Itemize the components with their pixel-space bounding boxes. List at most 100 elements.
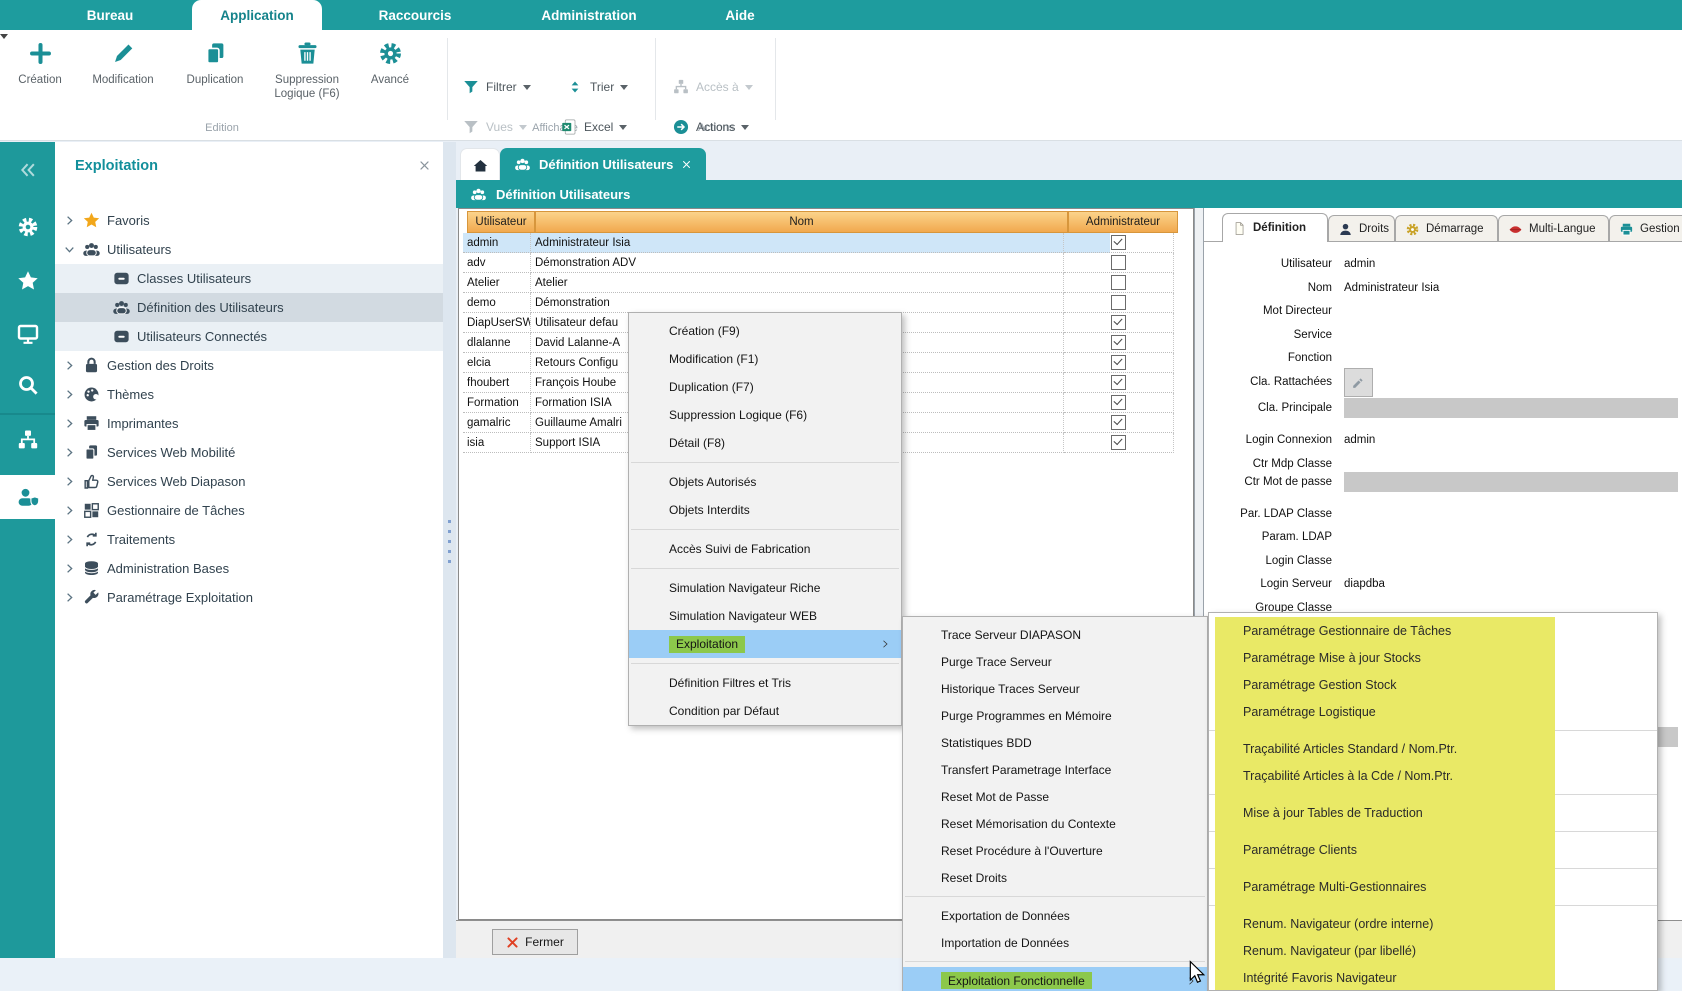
menu-item-modification-f1-[interactable]: Modification (F1) [629,345,901,373]
chevron-right-icon[interactable] [63,475,76,488]
menu-item-statistiques-bdd[interactable]: Statistiques BDD [903,729,1207,756]
menu-item-transfert-parametrage-interface[interactable]: Transfert Parametrage Interface [903,756,1207,783]
table-row[interactable]: advDémonstration ADV [463,253,1110,273]
sidebar-item-utilisateurs-connect-s[interactable]: Utilisateurs Connectés [55,322,443,351]
menu-item-objets-interdits[interactable]: Objets Interdits [629,496,901,524]
rail-item-search-icon[interactable] [0,363,55,407]
menu-item-importation-de-donn-es[interactable]: Importation de Données [903,929,1207,956]
admin-checkbox[interactable] [1111,415,1126,430]
sidebar-close-icon[interactable] [415,156,433,174]
menu-item-reset-droits[interactable]: Reset Droits [903,864,1207,891]
menu-item-tra-abilit-articles-la-cde-nom-ptr-[interactable]: Traçabilité Articles à la Cde / Nom.Ptr. [1209,762,1657,789]
duplication-button[interactable]: Duplication [169,40,261,87]
sidebar-item-d-finition-des-utilisateurs[interactable]: Définition des Utilisateurs [55,293,443,322]
menu-item-param-trage-gestion-stock[interactable]: Paramétrage Gestion Stock [1209,671,1657,698]
menu-item-duplication-f7-[interactable]: Duplication (F7) [629,373,901,401]
home-tab[interactable] [460,148,500,181]
detail-tab-démarrage[interactable]: Démarrage [1395,215,1498,242]
admin-checkbox[interactable] [1111,335,1126,350]
rail-item-chevrons-left-icon[interactable] [0,148,55,192]
sidebar-item-th-mes[interactable]: Thèmes [55,380,443,409]
menu-item-exploitation-fonctionnelle[interactable]: Exploitation Fonctionnelle [903,967,1207,991]
modification-button[interactable]: Modification [77,40,169,87]
chevron-right-icon[interactable] [63,359,76,372]
chevron-right-icon[interactable] [63,562,76,575]
close-tab-icon[interactable] [681,159,692,170]
chevron-right-icon[interactable] [63,446,76,459]
menu-item-objets-autoris-s[interactable]: Objets Autorisés [629,468,901,496]
rail-item-wheel-icon[interactable] [0,205,55,249]
sidebar-item-classes-utilisateurs[interactable]: Classes Utilisateurs [55,264,443,293]
menu-item-purge-programmes-en-m-moire[interactable]: Purge Programmes en Mémoire [903,702,1207,729]
detail-tab-multi-langue[interactable]: Multi-Langue [1498,215,1609,242]
chevron-right-icon[interactable] [63,591,76,604]
tab-definition-utilisateurs[interactable]: Définition Utilisateurs [500,148,706,180]
menu-item-trace-serveur-diapason[interactable]: Trace Serveur DIAPASON [903,621,1207,648]
sidebar-item-services-web-mobilit-[interactable]: Services Web Mobilité [55,438,443,467]
menu-item-param-trage-gestionnaire-de-t-ches[interactable]: Paramétrage Gestionnaire de Tâches [1209,617,1657,644]
table-row[interactable]: adminAdministrateur Isia [463,233,1110,253]
admin-checkbox[interactable] [1111,295,1126,310]
menu-item-acc-s-suivi-de-fabrication[interactable]: Accès Suivi de Fabrication [629,535,901,563]
avancé-button[interactable]: Avancé [344,40,436,87]
column-header-administrateur[interactable]: Administrateur [1068,211,1178,233]
sidebar-item-imprimantes[interactable]: Imprimantes [55,409,443,438]
splitter-handle[interactable] [448,530,451,533]
sidebar-item-utilisateurs[interactable]: Utilisateurs [55,235,443,264]
menu-tab-aide[interactable]: Aide [705,0,775,30]
menu-item-reset-mot-de-passe[interactable]: Reset Mot de Passe [903,783,1207,810]
chevron-right-icon[interactable] [63,504,76,517]
menu-item-purge-trace-serveur[interactable]: Purge Trace Serveur [903,648,1207,675]
sidebar-item-gestionnaire-de-t-ches[interactable]: Gestionnaire de Tâches [55,496,443,525]
menu-item-exportation-de-donn-es[interactable]: Exportation de Données [903,902,1207,929]
suppression-button[interactable]: Suppression Logique (F6) [261,40,353,102]
menu-item-cr-ation-f9-[interactable]: Création (F9) [629,317,901,345]
sidebar-item-traitements[interactable]: Traitements [55,525,443,554]
menu-item-tra-abilit-articles-standard-nom-ptr-[interactable]: Traçabilité Articles Standard / Nom.Ptr. [1209,735,1657,762]
admin-checkbox[interactable] [1111,235,1126,250]
admin-checkbox[interactable] [1111,375,1126,390]
menu-item-suppression-logique-f6-[interactable]: Suppression Logique (F6) [629,401,901,429]
sidebar-item-gestion-des-droits[interactable]: Gestion des Droits [55,351,443,380]
detail-tab-droits[interactable]: Droits [1328,215,1395,242]
rail-item-monitor-icon[interactable] [0,312,55,356]
column-header-utilisateur[interactable]: Utilisateur [467,211,535,233]
sidebar-splitter[interactable] [443,142,456,958]
sidebar-item-favoris[interactable]: Favoris [55,206,443,235]
chevron-right-icon[interactable] [63,417,76,430]
menu-item-d-finition-filtres-et-tris[interactable]: Définition Filtres et Tris [629,669,901,697]
rail-item-star-icon[interactable] [0,259,55,303]
admin-checkbox[interactable] [1111,255,1126,270]
excel-button[interactable]: Excel [560,117,627,137]
trier-button[interactable]: Trier [566,77,628,97]
table-row[interactable]: demoDémonstration [463,293,1110,313]
menu-item-mise-jour-tables-de-traduction[interactable]: Mise à jour Tables de Traduction [1209,799,1657,826]
menu-item-d-tail-f8-[interactable]: Détail (F8) [629,429,901,457]
sidebar-item-param-trage-exploitation[interactable]: Paramétrage Exploitation [55,583,443,612]
chevron-right-icon[interactable] [63,388,76,401]
sidebar-item-administration-bases[interactable]: Administration Bases [55,554,443,583]
menu-item-condition-par-d-faut[interactable]: Condition par Défaut [629,697,901,725]
chevron-right-icon[interactable] [63,214,76,227]
splitter-handle[interactable] [448,560,451,563]
menu-tab-bureau[interactable]: Bureau [62,0,158,30]
menu-item-renum-navigateur-par-libell-[interactable]: Renum. Navigateur (par libellé) [1209,937,1657,964]
création-button[interactable]: Création [0,40,86,87]
rail-item-user-shield-icon[interactable] [0,475,55,519]
menu-item-param-trage-multi-gestionnaires[interactable]: Paramétrage Multi-Gestionnaires [1209,873,1657,900]
menu-item-param-trage-clients[interactable]: Paramétrage Clients [1209,836,1657,863]
splitter-handle[interactable] [448,540,451,543]
admin-checkbox[interactable] [1111,315,1126,330]
menu-tab-raccourcis[interactable]: Raccourcis [360,0,470,30]
actions-button[interactable]: Actions [672,117,749,137]
classes-rattachees-button[interactable] [1344,368,1373,397]
chevron-right-icon[interactable] [63,533,76,546]
menu-item-historique-traces-serveur[interactable]: Historique Traces Serveur [903,675,1207,702]
rail-item-sitemap-icon[interactable] [0,418,55,462]
menu-item-simulation-navigateur-riche[interactable]: Simulation Navigateur Riche [629,574,901,602]
admin-checkbox[interactable] [1111,395,1126,410]
menu-item-simulation-navigateur-web[interactable]: Simulation Navigateur WEB [629,602,901,630]
detail-tab-définition[interactable]: Définition [1222,213,1328,242]
menu-item-int-grit-favoris-navigateur[interactable]: Intégrité Favoris Navigateur [1209,964,1657,991]
menu-item-param-trage-mise-jour-stocks[interactable]: Paramétrage Mise à jour Stocks [1209,644,1657,671]
